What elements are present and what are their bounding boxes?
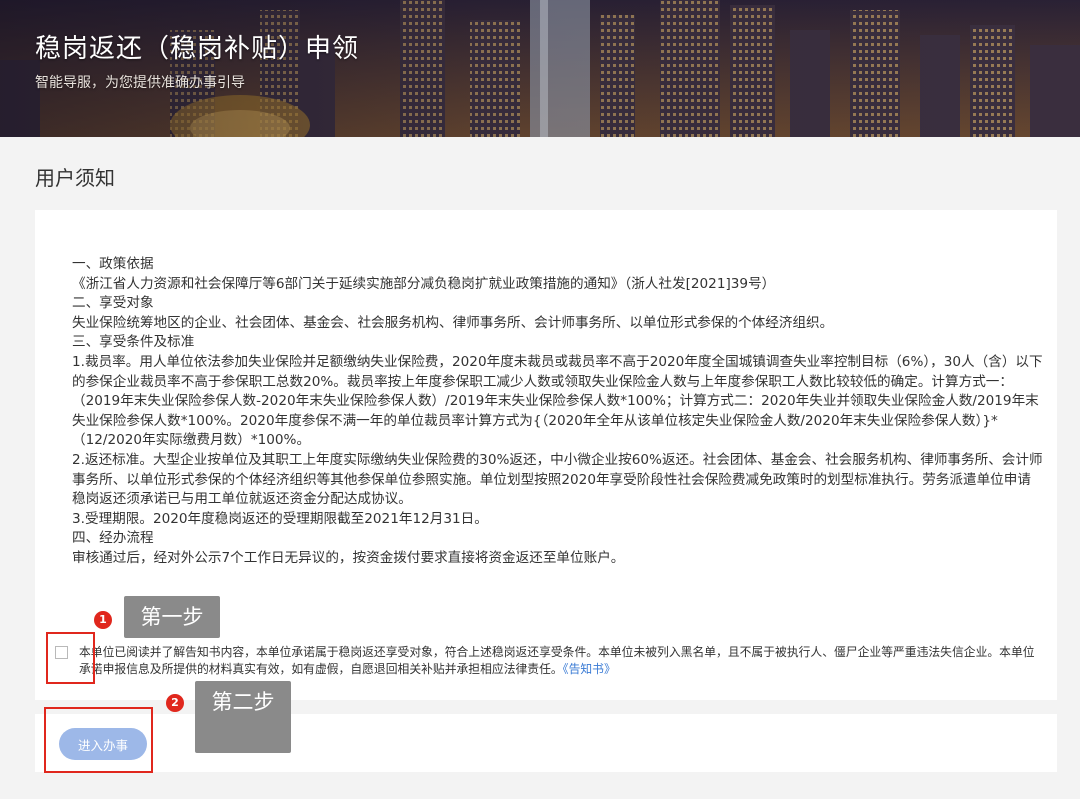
policy-heading-process: 四、经办流程 [72,530,154,547]
header-banner: 稳岗返还（稳岗补贴）申领 智能导服，为您提供准确办事引导 [0,0,1080,137]
step2-label: 第二步 [195,681,291,753]
step1-label: 第一步 [124,596,220,638]
action-bar [35,714,1057,772]
agreement-text: 本单位已阅读并了解告知书内容，本单位承诺属于稳岗返还享受对象，符合上述稳岗返还享… [55,644,1040,678]
policy-line: 1.裁员率。用人单位依法参加失业保险并足额缴纳失业保险费，2020年度未裁员或裁… [72,353,1043,449]
policy-line: 《浙江省人力资源和社会保障厅等6部门关于延续实施部分减负稳岗扩就业政策措施的通知… [72,275,776,292]
step2-number-badge: 2 [166,694,184,712]
policy-line: 审核通过后，经对外公示7个工作日无异议的，按资金拨付要求直接将资金返还至单位账户… [72,549,625,566]
agreement-row: 本单位已阅读并了解告知书内容，本单位承诺属于稳岗返还享受对象，符合上述稳岗返还享… [55,644,1040,678]
step1-number-badge: 1 [94,611,112,629]
policy-heading-basis: 一、政策依据 [72,256,154,272]
policy-line: 失业保险统筹地区的企业、社会团体、基金会、社会服务机构、律师事务所、会计师事务所… [72,314,834,331]
policy-text: 一、政策依据 《浙江省人力资源和社会保障厅等6部门关于延续实施部分减负稳岗扩就业… [72,255,1044,569]
banner-overlay [0,0,1080,137]
policy-line: 2.返还标准。大型企业按单位及其职工上年度实际缴纳失业保险费的30%返还，中小微… [72,451,1043,508]
policy-heading-conditions: 三、享受条件及标准 [72,334,195,351]
section-title: 用户须知 [35,166,115,190]
agreement-statement: 本单位已阅读并了解告知书内容，本单位承诺属于稳岗返还享受对象，符合上述稳岗返还享… [79,645,1035,676]
step1-highlight-box [46,632,95,684]
policy-line: 3.受理期限。2020年度稳岗返还的受理期限截至2021年12月31日。 [72,510,488,527]
page-subtitle: 智能导服，为您提供准确办事引导 [35,75,245,91]
page-title: 稳岗返还（稳岗补贴）申领 [35,34,360,64]
step2-highlight-box [44,707,153,773]
notice-document-link[interactable]: 《告知书》 [563,662,616,676]
policy-heading-target: 二、享受对象 [72,295,154,312]
